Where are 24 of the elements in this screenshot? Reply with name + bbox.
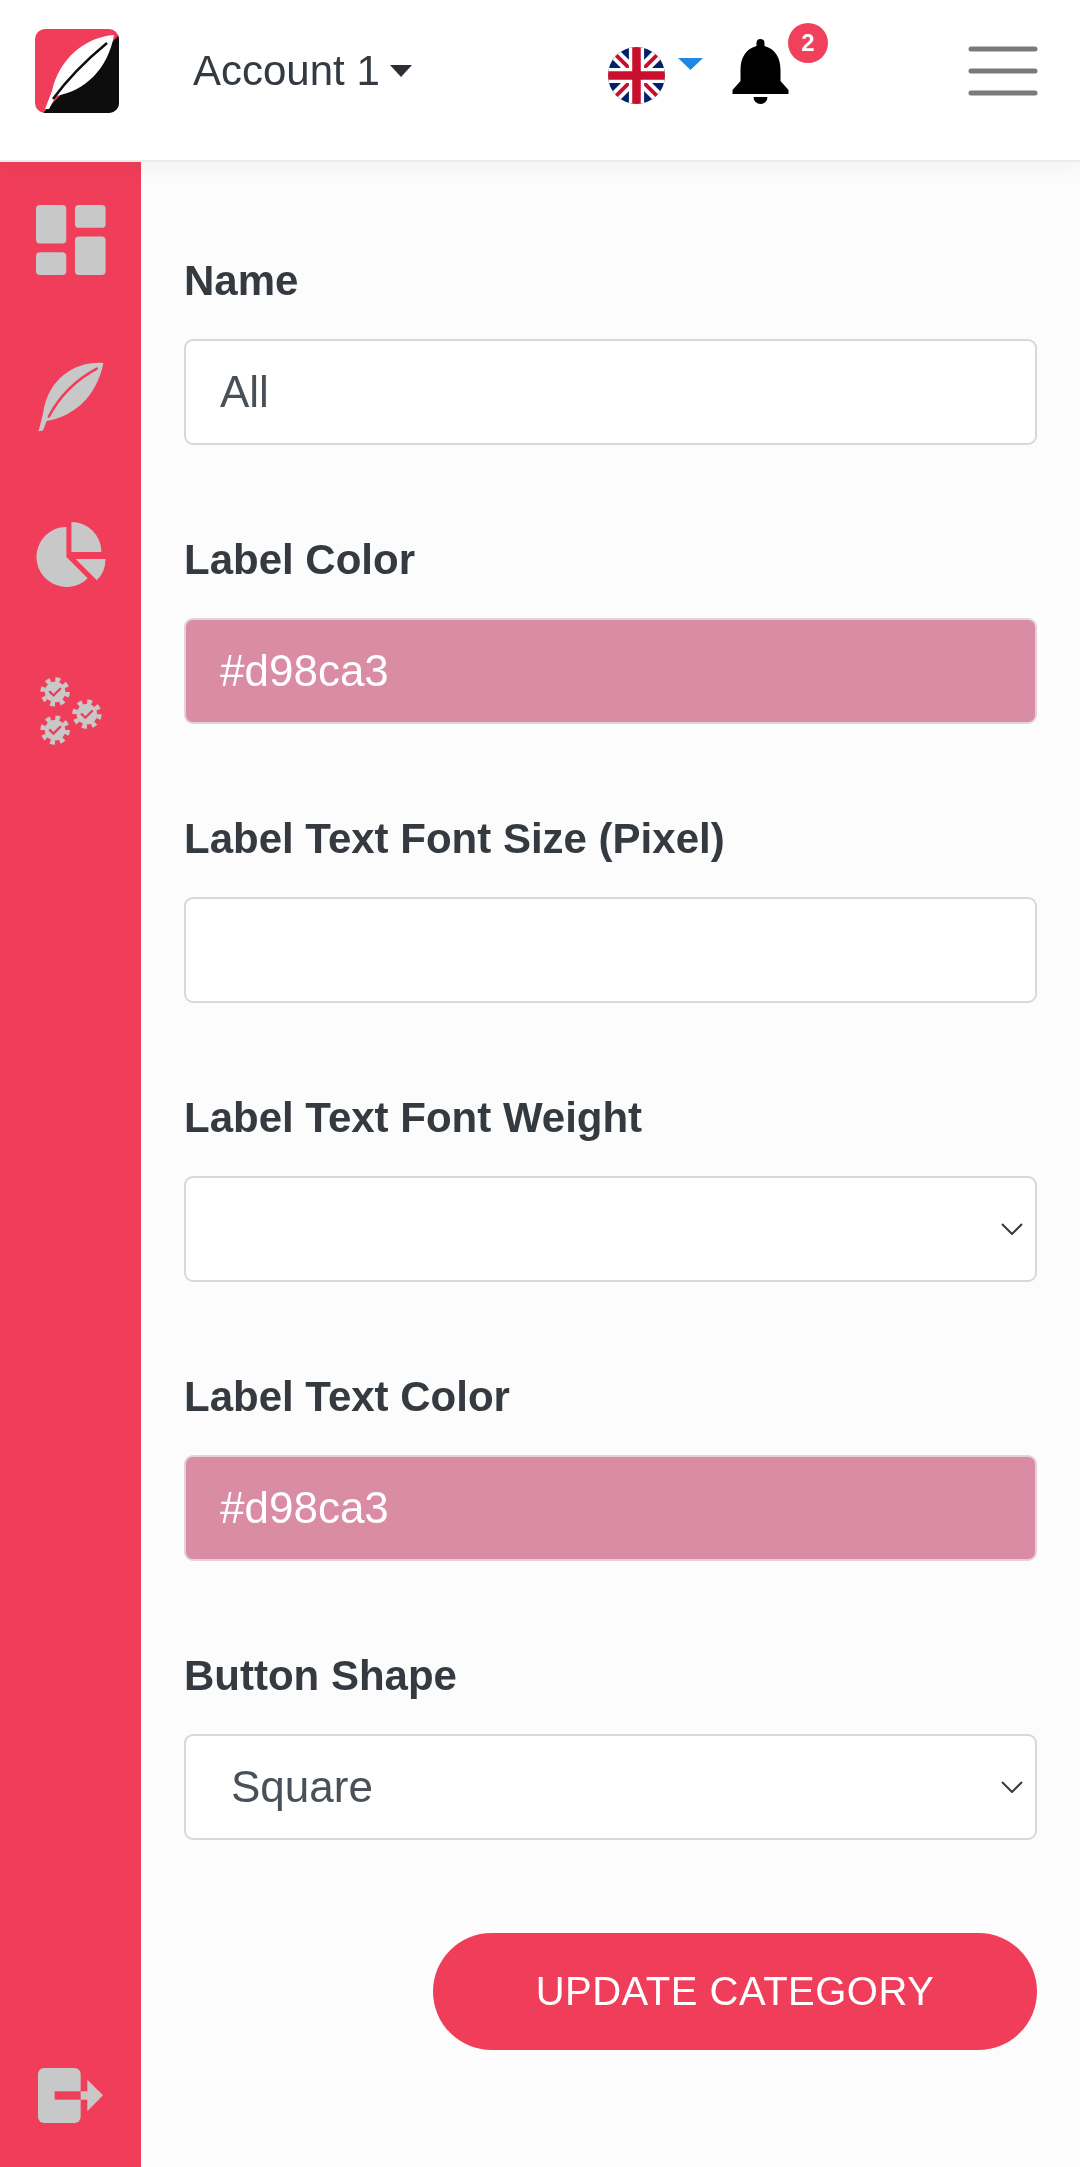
bell-icon[interactable] (730, 37, 791, 105)
logout-icon[interactable] (38, 2068, 103, 2123)
text-input[interactable]: All (184, 339, 1037, 445)
select-field[interactable] (184, 1176, 1037, 1282)
field-label: Label Color (184, 538, 416, 582)
menu-icon[interactable] (968, 46, 1038, 96)
field-label: Label Text Color (184, 1375, 510, 1419)
select-field[interactable]: Square (184, 1734, 1037, 1840)
caret-icon[interactable] (678, 58, 703, 70)
dashboard-icon[interactable] (35, 205, 106, 275)
field-label: Label Text Font Size (Pixel) (184, 817, 725, 861)
field-label: Name (184, 259, 299, 303)
pie-chart-icon[interactable] (35, 519, 106, 589)
chevron-icon (1001, 1781, 1023, 1793)
caret-icon (389, 65, 412, 77)
logo-icon (35, 29, 119, 113)
chevron-icon (1001, 1223, 1023, 1235)
flag-icon[interactable] (608, 46, 665, 104)
update-category-button[interactable]: UPDATE CATEGORY (433, 1933, 1037, 2050)
text-input[interactable] (184, 897, 1037, 1003)
field-label: Label Text Font Weight (184, 1096, 643, 1140)
notification-badge: 2 (788, 23, 828, 63)
field-label: Button Shape (184, 1654, 457, 1698)
account-dropdown[interactable]: Account 1 (193, 47, 412, 95)
